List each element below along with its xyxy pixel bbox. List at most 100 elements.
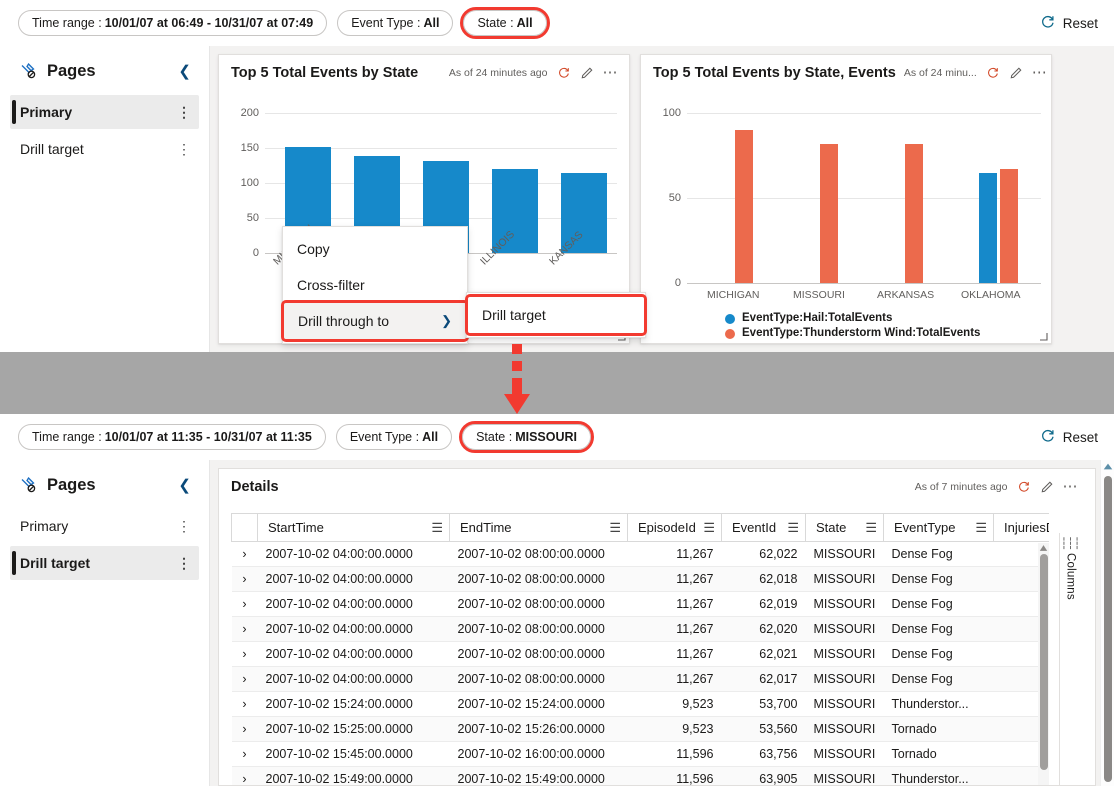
tile-more-options-icon[interactable]: ⋯ [603,69,620,77]
column-header-episodeid[interactable]: EpisodeId☰ [628,514,722,542]
bar-oklahoma-hail[interactable] [979,173,997,283]
collapse-pages-chevron-icon[interactable]: ❮ [174,474,195,496]
column-header-state[interactable]: State ☰ [806,514,884,542]
table-row[interactable]: ›2007-10-02 04:00:00.00002007-10-02 08:0… [232,617,1050,642]
state-filter-pill[interactable]: State : MISSOURI [462,424,591,450]
row-expand-chevron-icon[interactable]: › [232,692,258,717]
table-row[interactable]: ›2007-10-02 04:00:00.00002007-10-02 08:0… [232,667,1050,692]
time-range-filter-pill[interactable]: Time range : 10/01/07 at 11:35 - 10/31/0… [18,424,326,450]
drill-body: Pages ❮ Primary ⋮ Drill target ⋮ Details… [0,460,1114,786]
column-menu-icon[interactable]: ☰ [787,520,799,536]
row-expand-chevron-icon[interactable]: › [232,717,258,742]
page-more-options-icon[interactable]: ⋮ [177,521,191,531]
column-header-starttime[interactable]: StartTime☰ [258,514,450,542]
page-more-options-icon[interactable]: ⋮ [177,144,191,154]
page-vertical-scrollbar[interactable] [1100,460,1114,786]
sidebar-item-primary[interactable]: Primary ⋮ [10,95,199,129]
row-expand-chevron-icon[interactable]: › [232,617,258,642]
bar-oklahoma-thunderstorm[interactable] [1000,169,1018,283]
refresh-icon[interactable] [986,66,1000,80]
bar-missouri-thunderstorm[interactable] [820,144,838,283]
y-tick-100: 100 [225,177,259,189]
table-row[interactable]: ›2007-10-02 15:25:00.00002007-10-02 15:2… [232,717,1050,742]
tile-details: Details As of 7 minutes ago ⋯ [218,468,1096,786]
refresh-icon[interactable] [557,66,571,80]
submenu-item-drill-target[interactable]: Drill target [468,297,644,333]
bar-michigan-thunderstorm[interactable] [735,130,753,283]
event-type-filter-pill[interactable]: Event Type : All [336,424,452,450]
page-more-options-icon[interactable]: ⋮ [177,558,191,568]
pages-header: Pages ❮ [0,460,209,506]
tile-title: Details [231,479,279,495]
sidebar-item-drill-target[interactable]: Drill target ⋮ [10,546,199,580]
x-tick-missouri: MISSOURI [793,289,845,301]
cell-starttime: 2007-10-02 15:24:00.0000 [258,692,450,717]
edit-pencil-icon[interactable] [1009,66,1023,80]
table-row[interactable]: ›2007-10-02 15:24:00.00002007-10-02 15:2… [232,692,1050,717]
sidebar-item-label: Drill target [20,555,90,571]
grid-scroll-thumb[interactable] [1040,554,1048,770]
row-expand-chevron-icon[interactable]: › [232,542,258,567]
row-expand-chevron-icon[interactable]: › [232,767,258,786]
scroll-up-arrow-icon[interactable] [1039,544,1048,552]
drill-canvas: Details As of 7 minutes ago ⋯ [210,460,1114,786]
edit-pencil-icon[interactable] [580,66,594,80]
cell-eventid: 63,905 [722,767,806,786]
column-menu-icon[interactable]: ☰ [431,520,443,536]
cell-episodeid: 11,267 [628,642,722,667]
column-header-injuriesdirect[interactable]: InjuriesDirect☰ [994,514,1050,542]
tile-resize-grip-icon[interactable] [1039,332,1048,341]
row-expand-chevron-icon[interactable]: › [232,567,258,592]
context-menu-item-drill-through-to[interactable]: Drill through to ❯ [284,303,466,339]
time-range-filter-pill[interactable]: Time range : 10/01/07 at 06:49 - 10/31/0… [18,10,327,36]
table-row[interactable]: ›2007-10-02 04:00:00.00002007-10-02 08:0… [232,542,1050,567]
unpin-icon[interactable] [18,61,38,81]
refresh-icon[interactable] [1017,480,1031,494]
event-type-filter-pill[interactable]: Event Type : All [337,10,453,36]
table-row[interactable]: ›2007-10-02 04:00:00.00002007-10-02 08:0… [232,592,1050,617]
page-scroll-thumb[interactable] [1104,476,1112,782]
tile-more-options-icon[interactable]: ⋯ [1063,483,1080,491]
reset-button[interactable]: Reset [1040,428,1098,447]
collapse-pages-chevron-icon[interactable]: ❮ [174,60,195,82]
row-expand-chevron-icon[interactable]: › [232,642,258,667]
bar-arkansas-thunderstorm[interactable] [905,144,923,283]
tile-actions: As of 24 minu... ⋯ [904,66,1048,80]
column-menu-icon[interactable]: ☰ [609,520,621,536]
context-menu-item-copy[interactable]: Copy [283,231,467,267]
column-header-eventtype[interactable]: EventType☰ [884,514,994,542]
state-filter-pill[interactable]: State : All [463,10,546,36]
time-range-filter-label: Time range : [32,430,102,444]
grid-vertical-scrollbar[interactable] [1038,543,1049,785]
column-header-endtime[interactable]: EndTime☰ [450,514,628,542]
column-header-label: State [816,520,846,535]
page-scroll-up-arrow-icon[interactable] [1103,462,1113,471]
column-menu-icon[interactable]: ☰ [865,520,877,536]
row-expand-chevron-icon[interactable]: › [232,742,258,767]
columns-rail-icon: ┆┆┆ [1061,539,1081,549]
reset-button[interactable]: Reset [1040,14,1098,33]
axis-baseline [687,283,1041,284]
cell-starttime: 2007-10-02 04:00:00.0000 [258,617,450,642]
table-row[interactable]: ›2007-10-02 04:00:00.00002007-10-02 08:0… [232,567,1050,592]
edit-pencil-icon[interactable] [1040,480,1054,494]
columns-rail[interactable]: ┆┆┆ Columns [1059,533,1081,785]
column-menu-icon[interactable]: ☰ [975,520,987,536]
sidebar-item-drill-target[interactable]: Drill target ⋮ [10,132,199,166]
cell-eventtype: Dense Fog [884,617,994,642]
context-menu-item-cross-filter[interactable]: Cross-filter [283,267,467,303]
sidebar-item-primary[interactable]: Primary ⋮ [10,509,199,543]
legend-entry-thunderstorm-wind[interactable]: EventType:Thunderstorm Wind:TotalEvents [725,326,980,341]
unpin-icon[interactable] [18,475,38,495]
column-menu-icon[interactable]: ☰ [703,520,715,536]
column-header-eventid[interactable]: EventId☰ [722,514,806,542]
table-row[interactable]: ›2007-10-02 15:49:00.00002007-10-02 15:4… [232,767,1050,786]
legend-entry-hail[interactable]: EventType:Hail:TotalEvents [725,311,980,326]
table-row[interactable]: ›2007-10-02 04:00:00.00002007-10-02 08:0… [232,642,1050,667]
page-more-options-icon[interactable]: ⋮ [177,107,191,117]
tile-more-options-icon[interactable]: ⋯ [1032,69,1049,77]
row-expand-chevron-icon[interactable]: › [232,592,258,617]
row-expand-chevron-icon[interactable]: › [232,667,258,692]
table-row[interactable]: ›2007-10-02 15:45:00.00002007-10-02 16:0… [232,742,1050,767]
cell-state: MISSOURI [806,617,884,642]
